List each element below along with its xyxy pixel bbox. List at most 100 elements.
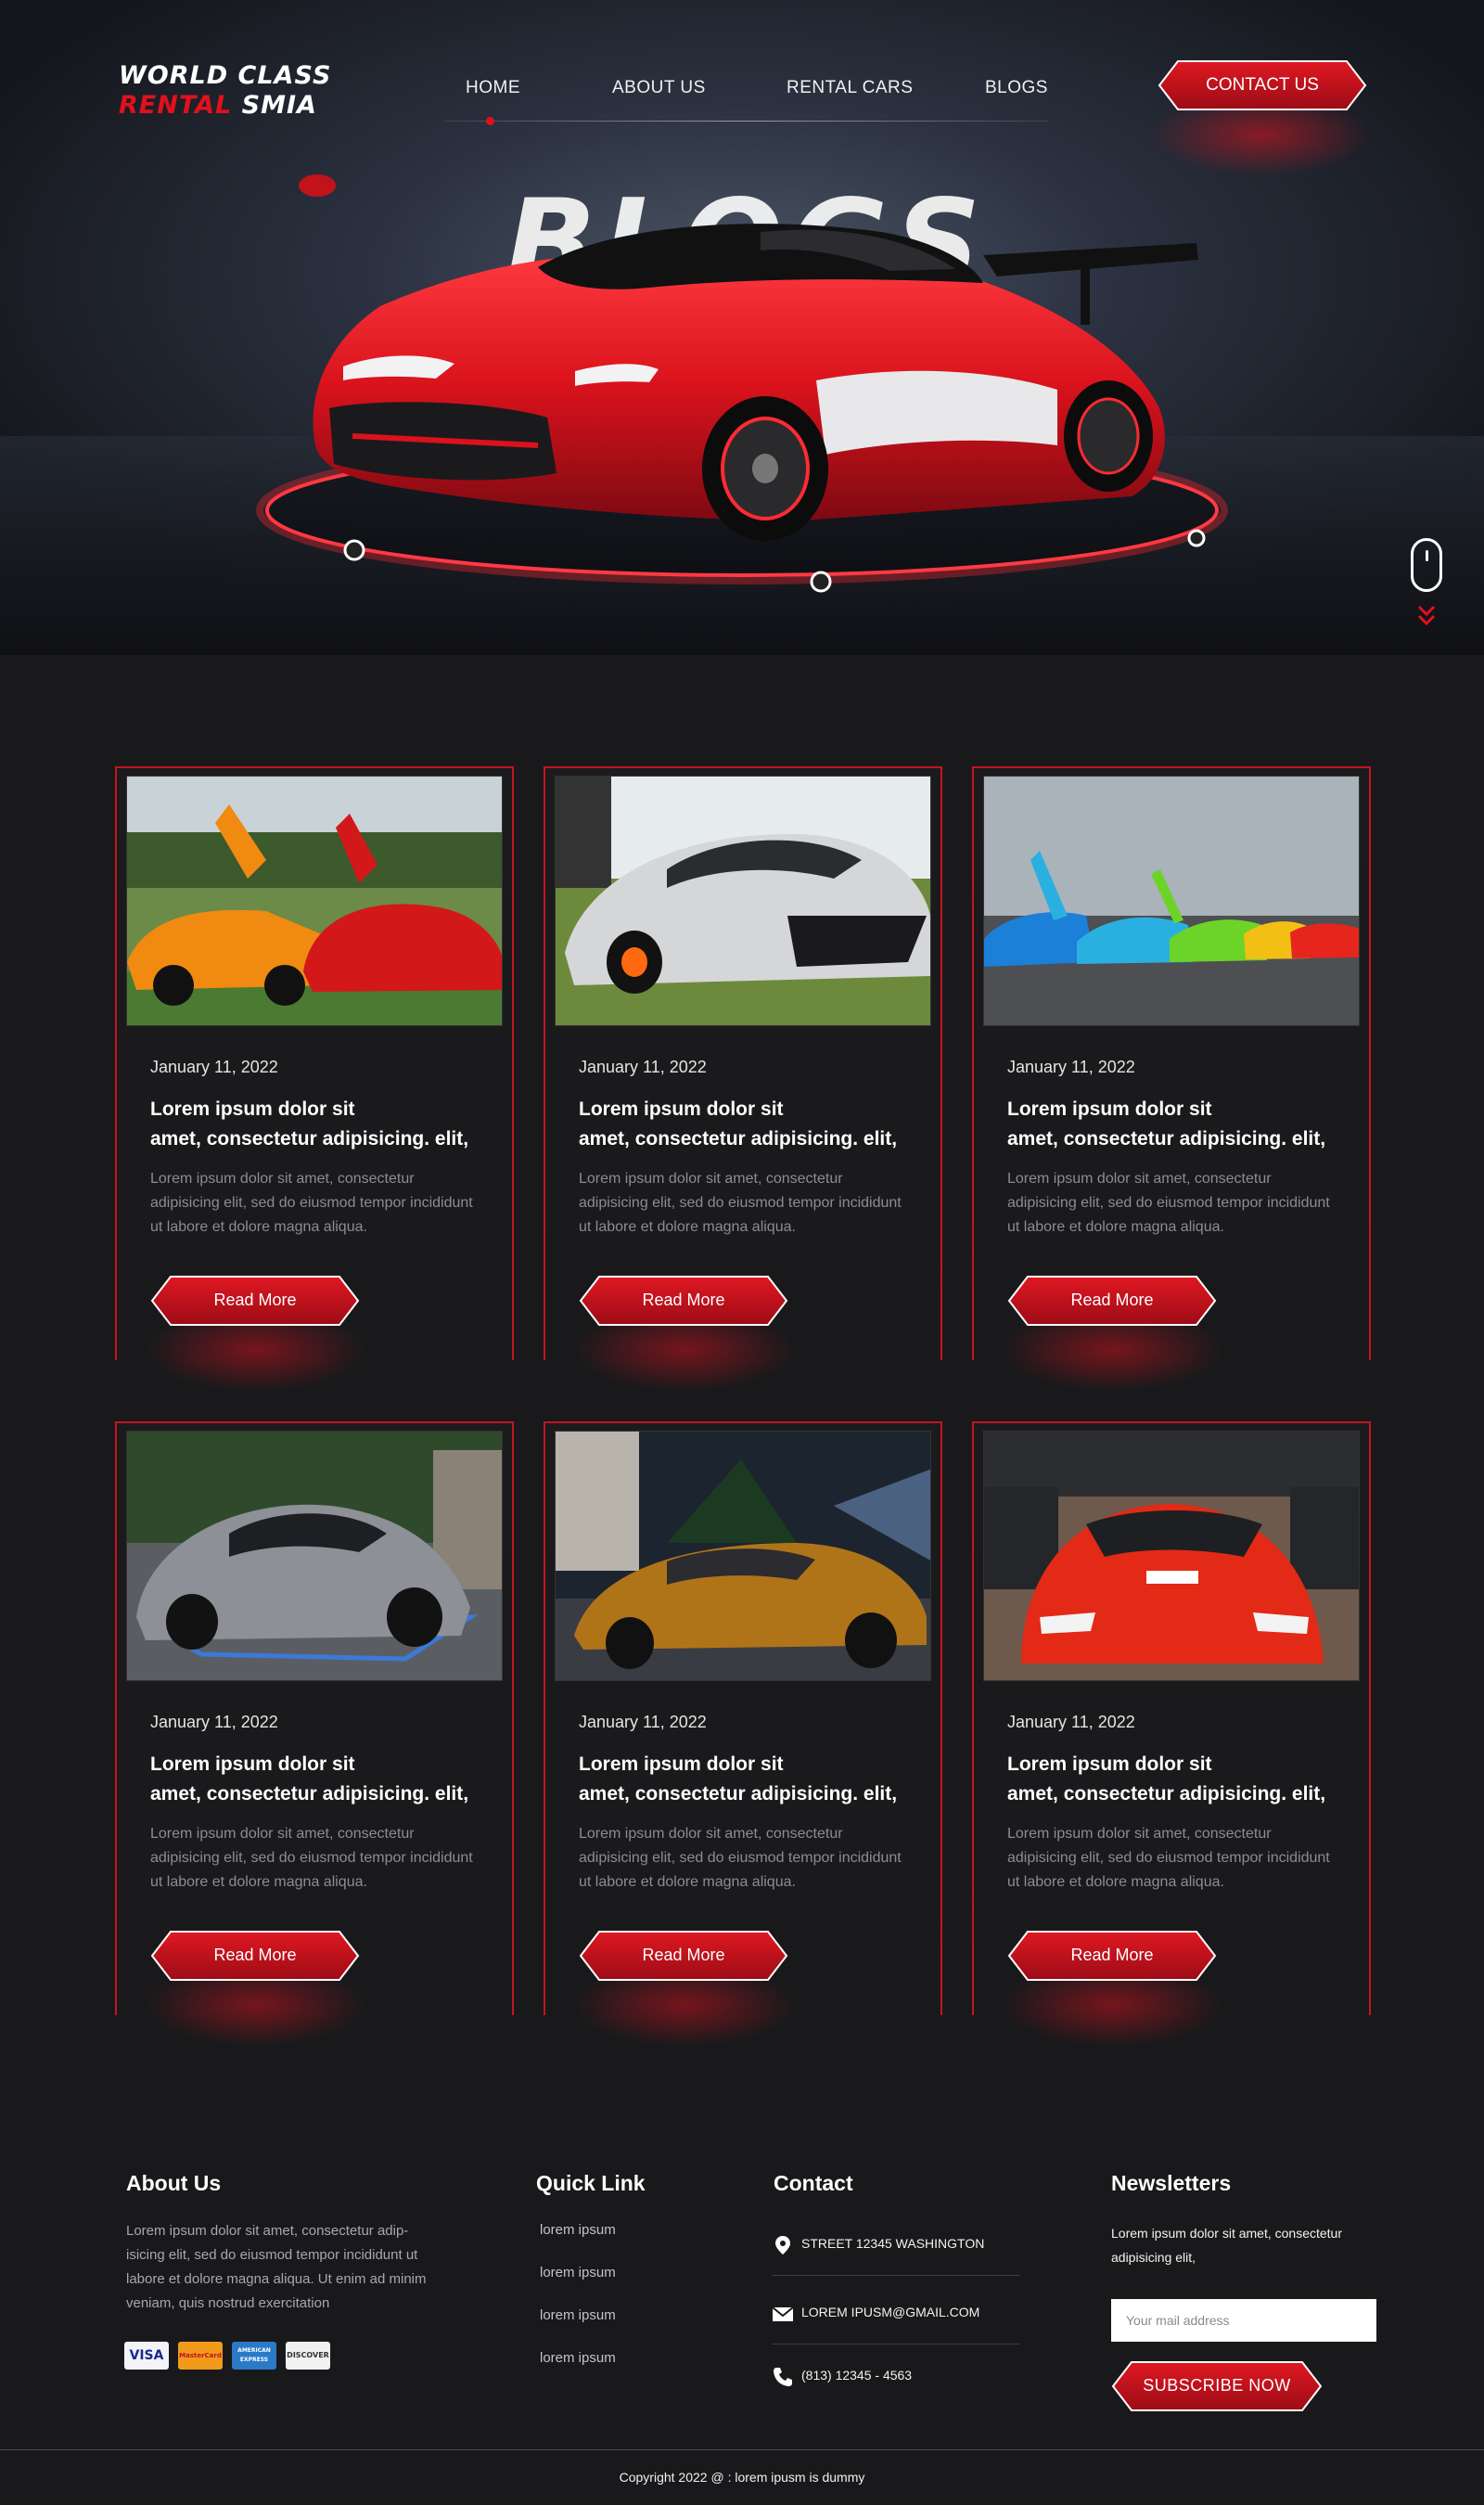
blog-card-date: January 11, 2022 — [150, 1713, 278, 1731]
blog-card-title-line1: Lorem ipsum dolor sit — [1007, 1754, 1212, 1775]
hero-car-image — [256, 174, 1228, 593]
footer-news-heading: Newsletters — [1111, 2171, 1232, 2195]
blog-card-image[interactable] — [126, 1431, 503, 1681]
blog-card: January 11, 2022 Lorem ipsum dolor sit a… — [544, 766, 942, 1392]
nav-home[interactable]: HOME — [466, 78, 520, 98]
nav-about-us[interactable]: ABOUT US — [612, 78, 706, 98]
contact-phone[interactable]: (813) 12345 - 4563 — [772, 2366, 1020, 2422]
contact-email-text: LOREM IPUSM@GMAIL.COM — [801, 2305, 980, 2319]
read-more-button[interactable]: Read More — [150, 1930, 360, 1982]
read-more-button[interactable]: Read More — [150, 1275, 360, 1327]
blog-card: January 11, 2022 Lorem ipsum dolor sit a… — [544, 1421, 942, 2047]
scroll-mouse-icon[interactable] — [1411, 538, 1442, 592]
blog-card-title-line1: Lorem ipsum dolor sit — [150, 1754, 355, 1775]
footer-about-text: Lorem ipsum dolor sit amet, consectetur … — [126, 2223, 427, 2311]
hero-section: WORLD CLASS RENTAL SMIA HOME ABOUT US RE… — [0, 0, 1484, 655]
blog-card-title-line2: amet, consectetur adipisicing. elit, — [579, 1128, 898, 1150]
blog-card-image[interactable] — [983, 1431, 1360, 1681]
main-nav: HOME ABOUT US RENTAL CARS BLOGS — [436, 78, 1048, 125]
footer-news-text: Lorem ipsum dolor sit amet, consectetur … — [1111, 2226, 1342, 2265]
blog-card: January 11, 2022 Lorem ipsum dolor sit a… — [972, 766, 1371, 1392]
blog-card-excerpt: Lorem ipsum dolor sit amet, consectetur … — [579, 1171, 902, 1235]
blog-card: January 11, 2022 Lorem ipsum dolor sit a… — [115, 766, 514, 1392]
blog-card-excerpt: Lorem ipsum dolor sit amet, consectetur … — [150, 1171, 473, 1235]
visa-card-icon: VISA — [124, 2342, 169, 2370]
logo-line1: WORLD CLASS — [119, 61, 332, 90]
blog-card-title-line2: amet, consectetur adipisicing. elit, — [150, 1128, 469, 1150]
footer-divider — [0, 2449, 1484, 2450]
footer-about-heading: About Us — [126, 2171, 222, 2195]
blog-card-excerpt: Lorem ipsum dolor sit amet, consectetur … — [150, 1826, 473, 1890]
blog-card-title[interactable]: Lorem ipsum dolor sit amet, consectetur … — [1007, 1095, 1360, 1154]
blog-card-title-line2: amet, consectetur adipisicing. elit, — [150, 1783, 469, 1805]
blog-card-date: January 11, 2022 — [579, 1713, 707, 1731]
scroll-down-icon[interactable] — [1416, 601, 1437, 629]
footer-quick-heading: Quick Link — [536, 2171, 646, 2195]
contact-address-text: STREET 12345 WASHINGTON — [801, 2236, 985, 2251]
discover-card-icon: DISCOVER — [286, 2342, 330, 2370]
blog-card-title-line1: Lorem ipsum dolor sit — [1007, 1098, 1212, 1120]
read-more-button[interactable]: Read More — [1007, 1930, 1217, 1982]
read-more-label: Read More — [642, 1291, 725, 1309]
ring-dot-left — [343, 539, 365, 561]
blog-card-date: January 11, 2022 — [150, 1058, 278, 1076]
read-more-label: Read More — [1070, 1946, 1154, 1964]
nav-active-indicator — [486, 117, 494, 125]
blog-card-excerpt: Lorem ipsum dolor sit amet, consectetur … — [1007, 1171, 1330, 1235]
blog-card-title-line2: amet, consectetur adipisicing. elit, — [579, 1783, 898, 1805]
blog-card-title[interactable]: Lorem ipsum dolor sit amet, consectetur … — [150, 1095, 503, 1154]
contact-phone-text: (813) 12345 - 4563 — [801, 2368, 913, 2383]
blog-card-title[interactable]: Lorem ipsum dolor sit amet, consectetur … — [579, 1750, 931, 1809]
location-pin-icon — [775, 2236, 790, 2254]
nav-blogs[interactable]: BLOGS — [985, 78, 1048, 98]
blog-card-title[interactable]: Lorem ipsum dolor sit amet, consectetur … — [1007, 1750, 1360, 1809]
blog-card-excerpt: Lorem ipsum dolor sit amet, consectetur … — [579, 1826, 902, 1890]
read-more-label: Read More — [1070, 1291, 1154, 1309]
contact-email[interactable]: LOREM IPUSM@GMAIL.COM — [772, 2303, 1020, 2358]
blog-card: January 11, 2022 Lorem ipsum dolor sit a… — [115, 1421, 514, 2047]
read-more-label: Read More — [642, 1946, 725, 1964]
payment-cards: VISA MasterCard AMERICAN EXPRESS DISCOVE… — [124, 2342, 347, 2379]
blog-card-image[interactable] — [983, 776, 1360, 1026]
ring-dot-center — [810, 571, 832, 593]
blog-card-date: January 11, 2022 — [1007, 1058, 1135, 1076]
read-more-label: Read More — [213, 1291, 297, 1309]
footer-contact-heading: Contact — [774, 2171, 853, 2195]
read-more-button[interactable]: Read More — [579, 1275, 788, 1327]
copyright-text: Copyright 2022 @ : lorem ipusm is dummy — [619, 2470, 865, 2485]
footer-quick-link[interactable]: lorem ipsum — [540, 2265, 616, 2280]
blog-card-title-line2: amet, consectetur adipisicing. elit, — [1007, 1128, 1326, 1150]
nav-rental-cars[interactable]: RENTAL CARS — [787, 78, 913, 98]
blog-card-date: January 11, 2022 — [579, 1058, 707, 1076]
subscribe-label: SUBSCRIBE NOW — [1143, 2376, 1291, 2395]
amex-card-icon: AMERICAN EXPRESS — [232, 2342, 276, 2370]
logo-line2-red: RENTAL — [119, 91, 233, 120]
read-more-button[interactable]: Read More — [1007, 1275, 1217, 1327]
ring-dot-right — [1187, 529, 1206, 547]
contact-us-label: CONTACT US — [1206, 75, 1319, 95]
read-more-label: Read More — [213, 1946, 297, 1964]
blog-card-image[interactable] — [555, 1431, 931, 1681]
contact-address: STREET 12345 WASHINGTON — [772, 2234, 1020, 2290]
blog-card-image[interactable] — [126, 776, 503, 1026]
site-logo[interactable]: WORLD CLASS RENTAL SMIA — [119, 61, 331, 121]
blog-card-image[interactable] — [555, 776, 931, 1026]
blog-card: January 11, 2022 Lorem ipsum dolor sit a… — [972, 1421, 1371, 2047]
blog-card-date: January 11, 2022 — [1007, 1713, 1135, 1731]
blog-card-title-line2: amet, consectetur adipisicing. elit, — [1007, 1783, 1326, 1805]
mail-icon — [772, 2306, 794, 2321]
footer-quick-link[interactable]: lorem ipsum — [540, 2307, 616, 2323]
subscribe-button[interactable]: SUBSCRIBE NOW — [1111, 2360, 1323, 2412]
newsletter-email-input[interactable] — [1111, 2299, 1376, 2342]
blog-card-title[interactable]: Lorem ipsum dolor sit amet, consectetur … — [150, 1750, 503, 1809]
read-more-button[interactable]: Read More — [579, 1930, 788, 1982]
blog-card-excerpt: Lorem ipsum dolor sit amet, consectetur … — [1007, 1826, 1330, 1890]
contact-us-button[interactable]: CONTACT US — [1158, 59, 1367, 111]
blog-card-title-line1: Lorem ipsum dolor sit — [579, 1098, 784, 1120]
footer-quick-link[interactable]: lorem ipsum — [540, 2222, 616, 2238]
blog-card-title[interactable]: Lorem ipsum dolor sit amet, consectetur … — [579, 1095, 931, 1154]
contact-divider — [772, 2275, 1020, 2276]
blog-card-title-line1: Lorem ipsum dolor sit — [579, 1754, 784, 1775]
footer-quick-link[interactable]: lorem ipsum — [540, 2350, 616, 2366]
blog-card-title-line1: Lorem ipsum dolor sit — [150, 1098, 355, 1120]
